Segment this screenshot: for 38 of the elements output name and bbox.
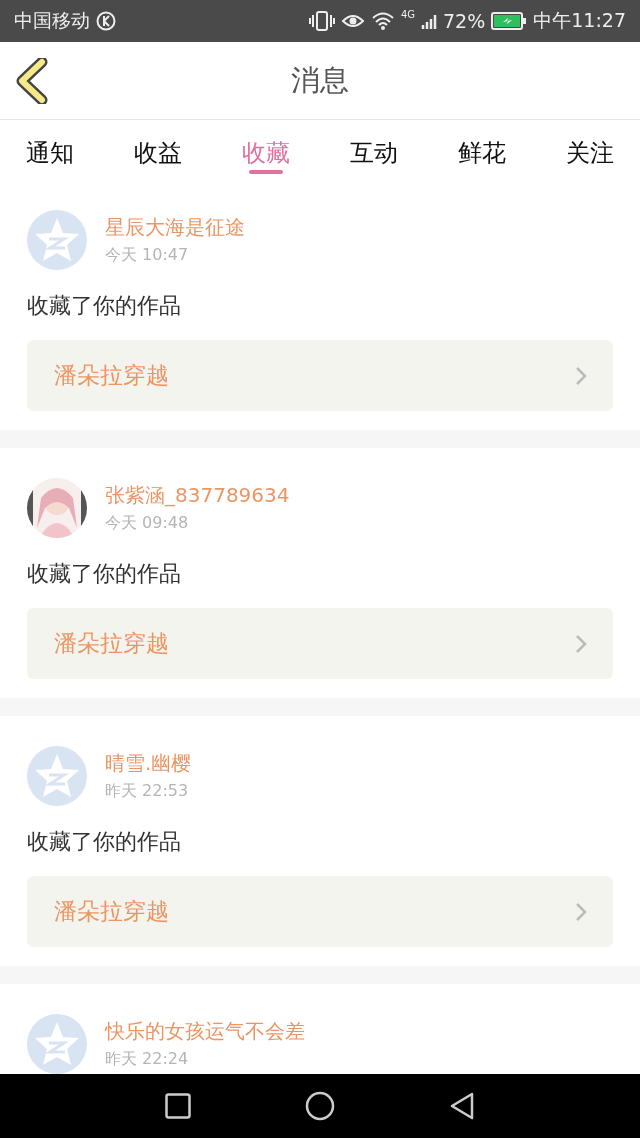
battery-percent: 72% [443,10,486,32]
message-text: 收藏了你的作品 [27,828,182,856]
tab[interactable]: 互动 [344,120,404,176]
chevron-right-icon [575,901,587,922]
message-text: 收藏了你的作品 [27,292,182,320]
clock: 中午11:27 [533,8,626,33]
tab[interactable]: 关注 [560,120,620,176]
message-text: 收藏了你的作品 [27,560,182,588]
work-title: 潘朵拉穿越 [54,897,169,926]
network-label: 4G [400,9,415,20]
k-circle-icon [96,11,116,31]
page-title: 消息 [291,61,349,99]
message-time: 昨天 22:24 [105,1049,190,1070]
chevron-right-icon [575,365,587,386]
carrier-name: 中国移动 [14,8,90,33]
work-title: 潘朵拉穿越 [54,629,169,658]
battery-icon [491,12,528,30]
vibrate-icon [308,10,335,32]
work-title: 潘朵拉穿越 [54,361,169,390]
user-name[interactable]: 快乐的女孩运气不会差 [105,1018,305,1045]
tab[interactable]: 收藏 [236,120,296,176]
message-time: 今天 09:48 [105,513,190,534]
work-link[interactable]: 潘朵拉穿越 [27,340,613,411]
chevron-right-icon [575,633,587,654]
user-name[interactable]: 星辰大海是征途 [105,214,245,241]
tab[interactable]: 收益 [128,120,188,176]
home-button[interactable] [304,1090,336,1122]
user-name[interactable]: 晴雪.幽樱 [105,750,192,777]
work-link[interactable]: 潘朵拉穿越 [27,876,613,947]
user-name[interactable]: 张紫涵_837789634 [105,482,290,509]
work-link[interactable]: 潘朵拉穿越 [27,608,613,679]
tab[interactable]: 鲜花 [452,120,512,176]
wifi-icon [370,11,395,31]
tab[interactable]: 通知 [20,120,80,176]
message-time: 今天 10:47 [105,245,190,266]
back-button[interactable] [14,58,50,104]
message-time: 昨天 22:53 [105,781,190,802]
recents-button[interactable] [162,1090,194,1122]
